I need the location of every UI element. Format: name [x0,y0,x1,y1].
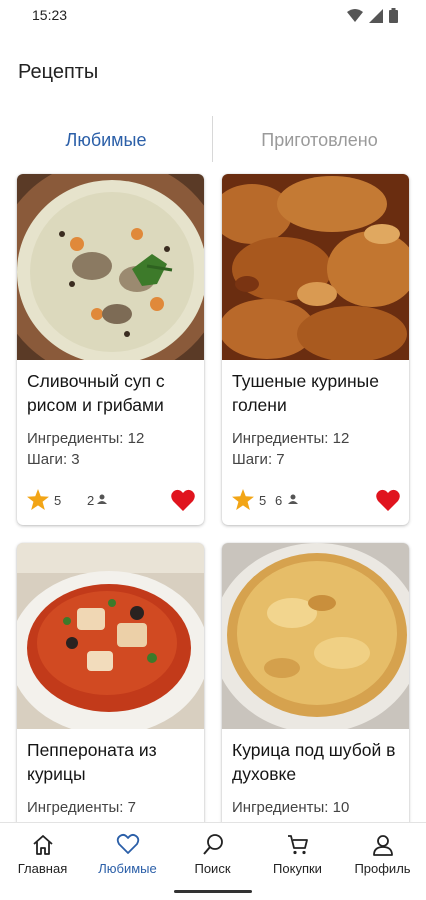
recipe-meta: Ингредиенты: 10 [232,797,349,818]
recipe-image-soup [17,174,204,360]
recipe-steps: Шаги: 7 [232,451,285,468]
recipe-image-drumsticks [222,174,409,360]
nav-home[interactable]: Главная [0,833,85,876]
nav-shopping-label: Покупки [273,861,322,876]
page-title: Рецепты [18,61,99,83]
heart-icon[interactable] [376,489,400,511]
profile-icon [372,835,393,856]
rating-value: 5 [259,493,267,508]
status-bar: 15:23 [0,0,426,30]
recipe-ingredients: Ингредиенты: 12 [232,430,350,447]
recipe-meta: Ингредиенты: 12 Шаги: 7 [232,428,349,470]
person-icon [97,494,107,504]
heart-icon[interactable] [171,489,195,511]
heart-icon [116,833,139,854]
recipe-meta: Ингредиенты: 12 Шаги: 3 [27,428,144,470]
nav-favorites-label: Любимые [98,861,157,876]
recipe-title: Пеппероната из курицы [27,740,157,784]
nav-favorites[interactable]: Любимые [85,833,170,876]
cooks-count: 2 [87,493,95,508]
cart-icon [287,835,308,855]
home-icon [32,835,53,855]
star-icon [232,489,254,510]
wifi-icon [347,8,363,22]
tab-cooked[interactable]: Приготовлено [213,130,426,151]
star-icon [27,489,49,510]
recipe-image-casserole [222,543,409,729]
home-indicator[interactable] [174,890,252,893]
person-icon [288,494,298,504]
recipe-card[interactable]: Сливочный суп с рисом и грибами Ингредие… [17,174,204,525]
nav-profile[interactable]: Профиль [340,833,425,876]
nav-search-label: Поиск [194,861,231,876]
nav-home-label: Главная [17,861,68,876]
tab-favorites[interactable]: Любимые [0,130,212,151]
signal-icon [369,8,383,23]
rating-value: 5 [54,493,62,508]
recipe-card[interactable]: Тушеные куриные голени Ингредиенты: 12 Ш… [222,174,409,525]
recipe-steps: Шаги: 3 [27,451,80,468]
recipe-ingredients: Ингредиенты: 7 [27,799,136,816]
recipe-stats: 5 6 [232,489,400,511]
status-icons [347,8,398,23]
recipe-ingredients: Ингредиенты: 10 [232,799,350,816]
recipe-ingredients: Ингредиенты: 12 [27,430,145,447]
search-icon [202,834,223,855]
battery-icon [389,8,398,23]
nav-shopping[interactable]: Покупки [255,833,340,876]
cooks-count: 6 [275,493,283,508]
recipe-title: Тушеные куриные голени [232,371,379,415]
nav-profile-label: Профиль [354,861,411,876]
nav-search[interactable]: Поиск [170,833,255,876]
bottom-navigation: Главная Любимые Поиск Покупки Профиль [0,822,426,900]
recipe-stats: 5 2 [27,489,195,511]
recipe-title: Сливочный суп с рисом и грибами [27,371,165,415]
recipe-title: Курица под шубой в духовке [232,740,396,784]
recipe-image-peperonata [17,543,204,729]
status-time: 15:23 [32,7,68,23]
recipe-meta: Ингредиенты: 7 [27,797,136,818]
tab-bar: Любимые Приготовлено [0,116,426,162]
